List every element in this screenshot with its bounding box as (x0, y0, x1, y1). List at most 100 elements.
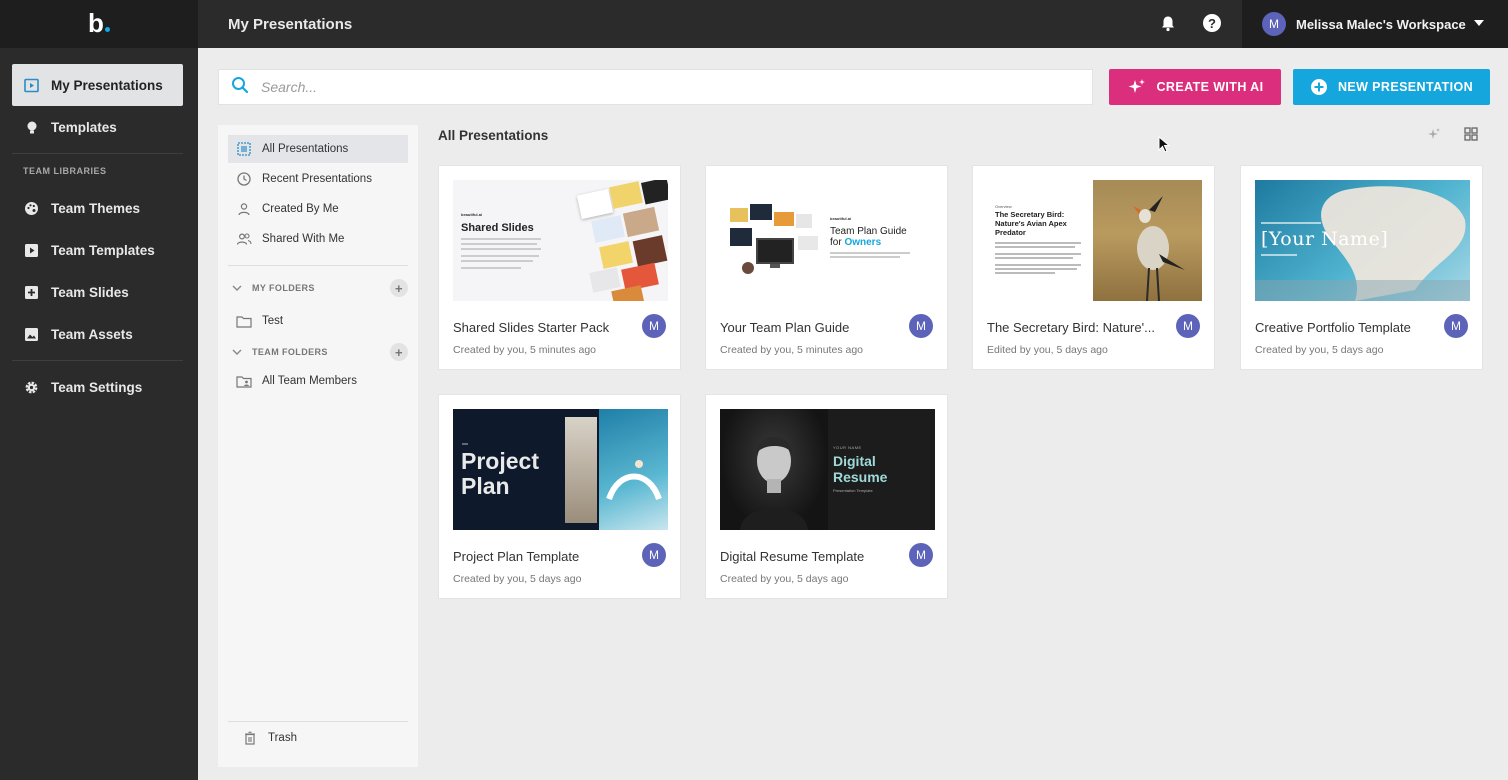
thumb-text-line (461, 260, 533, 262)
play-box-icon (24, 243, 39, 258)
filter-label: All Presentations (262, 143, 349, 155)
workspace-switcher[interactable]: M Melissa Malec's Workspace (1242, 0, 1508, 48)
sidebar-item-team-themes[interactable]: Team Themes (12, 187, 183, 229)
sparkle-icon (1127, 78, 1147, 96)
thumb-mini-slide (622, 206, 660, 238)
thumb-overline: Overview (995, 204, 1012, 209)
presentation-thumbnail[interactable]: Overview The Secretary Bird: Nature's Av… (987, 180, 1202, 301)
thumb-text-line (461, 255, 539, 257)
filter-shared-with-me[interactable]: Shared With Me (228, 225, 408, 253)
thumb-text-line (995, 253, 1081, 255)
team-libraries-heading: TEAM LIBRARIES (23, 166, 107, 176)
card-subtitle: Created by you, 5 days ago (453, 573, 582, 585)
folder-label: All Team Members (262, 375, 358, 387)
sidebar-item-templates[interactable]: Templates (12, 106, 183, 148)
folder-item-all-team-members[interactable]: All Team Members (228, 367, 408, 395)
trash-icon (242, 731, 258, 745)
card-title[interactable]: Digital Resume Template (720, 549, 900, 564)
sidebar-item-my-presentations[interactable]: My Presentations (12, 64, 183, 106)
filter-created-by-me[interactable]: Created By Me (228, 195, 408, 223)
presentation-icon (24, 78, 39, 93)
gear-icon (24, 380, 39, 395)
presentation-thumbnail[interactable]: [Your Name] (1255, 180, 1470, 301)
thumb-text-line (830, 256, 900, 258)
presentation-card[interactable]: Overview The Secretary Bird: Nature's Av… (972, 165, 1215, 370)
thumb-heading: Team Plan Guide for Owners (830, 226, 907, 248)
presentation-card[interactable]: beautiful.ai Team Plan Guide for Owners … (705, 165, 948, 370)
avatar: M (642, 314, 666, 338)
add-folder-icon[interactable]: + (390, 343, 408, 361)
app-logo[interactable]: b (0, 0, 198, 48)
thumb-overline: YOUR NAME (833, 445, 862, 450)
trash-item[interactable]: Trash (234, 724, 414, 752)
thumb-text-line (462, 443, 468, 445)
section-label: MY FOLDERS (252, 283, 315, 293)
new-presentation-button[interactable]: NEW PRESENTATION (1293, 69, 1490, 105)
card-title[interactable]: Shared Slides Starter Pack (453, 320, 633, 335)
filter-recent-presentations[interactable]: Recent Presentations (228, 165, 408, 193)
panel-divider (228, 265, 408, 266)
clock-icon (236, 172, 252, 186)
lightbulb-icon (24, 120, 39, 135)
filter-label: Created By Me (262, 203, 339, 215)
presentation-thumbnail[interactable]: beautiful.ai Team Plan Guide for Owners (720, 180, 935, 301)
all-presentations-icon (236, 142, 252, 156)
filter-label: Recent Presentations (262, 173, 372, 185)
thumb-heading-line: Digital (833, 453, 876, 469)
thumb-mini-slide (589, 267, 621, 293)
card-subtitle: Created by you, 5 minutes ago (720, 344, 864, 356)
panel-divider (228, 721, 408, 722)
team-folder-icon (236, 375, 252, 388)
thumb-monitor (756, 238, 794, 264)
page-title: My Presentations (228, 16, 353, 33)
card-subtitle: Created by you, 5 minutes ago (453, 344, 597, 356)
thumb-text-line (461, 238, 541, 240)
presentation-card[interactable]: Project Plan Project Plan Template M Cre… (438, 394, 681, 599)
thumb-heading-line: Plan (461, 473, 510, 499)
thumb-heading: [Your Name] (1261, 228, 1389, 250)
grid-view-icon[interactable] (1464, 127, 1478, 146)
team-folders-header[interactable]: TEAM FOLDERS + (232, 343, 408, 361)
search-icon (231, 76, 249, 99)
filter-all-presentations[interactable]: All Presentations (228, 135, 408, 163)
sidebar-item-team-slides[interactable]: Team Slides (12, 271, 183, 313)
presentation-card[interactable]: beautiful.ai Shared Slides Shared Slides… (438, 165, 681, 370)
thumb-mini-slide (632, 235, 668, 267)
thumb-mini-slide (591, 215, 625, 243)
card-title[interactable]: Creative Portfolio Template (1255, 320, 1435, 335)
thumb-mini-slide (796, 214, 812, 228)
sidebar-item-team-assets[interactable]: Team Assets (12, 313, 183, 355)
filter-label: Shared With Me (262, 233, 345, 245)
thumb-text-line (995, 268, 1077, 270)
presentation-card[interactable]: YOUR NAME Digital Resume Presentation Te… (705, 394, 948, 599)
sidebar-divider (12, 360, 183, 361)
card-title[interactable]: The Secretary Bird: Nature'... (987, 320, 1167, 335)
presentation-thumbnail[interactable]: Project Plan (453, 409, 668, 530)
presentation-thumbnail[interactable]: YOUR NAME Digital Resume Presentation Te… (720, 409, 935, 530)
users-icon (236, 232, 252, 246)
bell-icon[interactable] (1160, 15, 1176, 37)
mouse-cursor-icon (1158, 135, 1171, 158)
thumb-subtitle: Presentation Template (833, 488, 873, 493)
avatar: M (1444, 314, 1468, 338)
presentation-card[interactable]: [Your Name] Creative Portfolio Template … (1240, 165, 1483, 370)
create-with-ai-button[interactable]: CREATE WITH AI (1109, 69, 1281, 105)
thumb-heading: The Secretary Bird: Nature's Avian Apex … (995, 210, 1067, 237)
sidebar-item-team-templates[interactable]: Team Templates (12, 229, 183, 271)
card-title[interactable]: Your Team Plan Guide (720, 320, 900, 335)
thumb-text-line (995, 242, 1081, 244)
my-folders-header[interactable]: MY FOLDERS + (232, 279, 408, 297)
card-title[interactable]: Project Plan Template (453, 549, 633, 564)
sparkle-sort-icon[interactable] (1427, 127, 1441, 146)
card-subtitle: Created by you, 5 days ago (720, 573, 849, 585)
sidebar-divider (12, 153, 183, 154)
search-input[interactable] (261, 79, 1061, 95)
add-folder-icon[interactable]: + (390, 279, 408, 297)
presentation-thumbnail[interactable]: beautiful.ai Shared Slides (453, 180, 668, 301)
folder-label: Test (262, 315, 284, 327)
thumb-mini-slide (750, 204, 772, 220)
help-icon[interactable]: ? (1203, 14, 1221, 32)
folder-item-test[interactable]: Test (228, 307, 408, 335)
logo-letter: b (88, 7, 104, 38)
sidebar-item-team-settings[interactable]: Team Settings (12, 366, 183, 408)
